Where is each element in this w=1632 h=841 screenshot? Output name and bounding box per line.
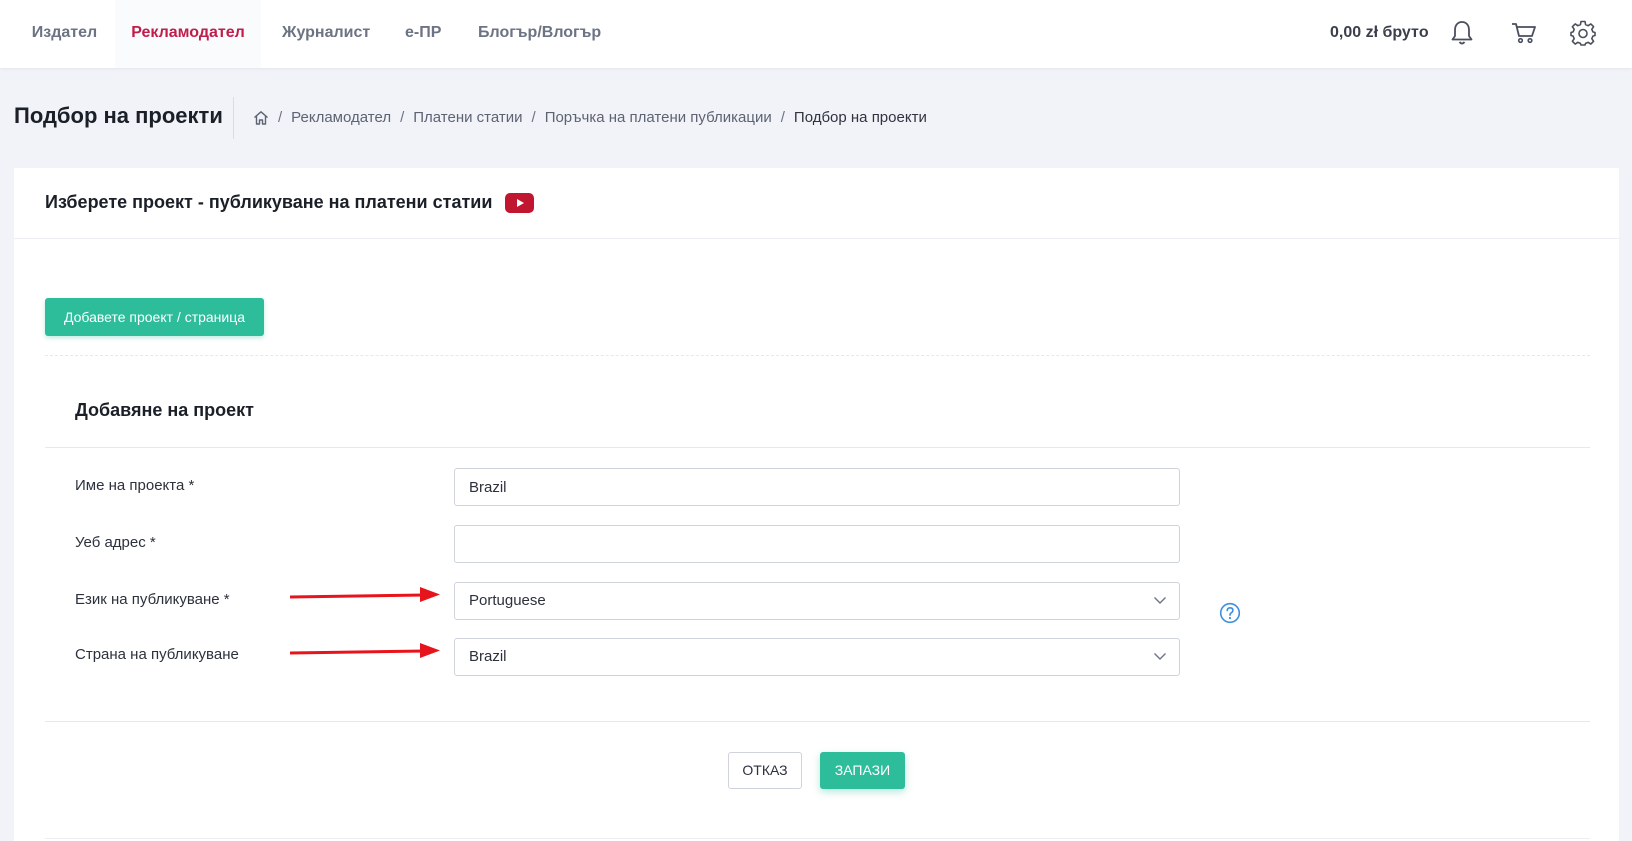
bell-icon[interactable] (1446, 17, 1478, 49)
project-name-label: Име на проекта * (75, 477, 195, 494)
tab-journalist[interactable]: Журналист (282, 0, 370, 68)
title-divider (233, 97, 234, 139)
breadcrumb-separator: / (400, 109, 405, 126)
breadcrumb-separator: / (278, 109, 283, 126)
cart-icon[interactable] (1508, 17, 1540, 49)
web-address-label: Уеб адрес * (75, 534, 156, 551)
country-value: Brazil (469, 648, 507, 665)
youtube-icon[interactable] (505, 192, 535, 213)
red-arrow-annotation (289, 587, 440, 602)
country-select[interactable]: Brazil (454, 638, 1180, 676)
breadcrumb-separator: / (780, 109, 785, 126)
breadcrumb-current: Подбор на проекти (793, 109, 927, 126)
country-label: Страна на публикуване (75, 646, 239, 663)
breadcrumb-advertiser[interactable]: Рекламодател (291, 109, 391, 126)
cancel-button[interactable]: ОТКАЗ (728, 752, 802, 789)
help-icon[interactable] (1219, 602, 1241, 624)
page-title: Подбор на проекти (14, 103, 223, 128)
language-value: Portuguese (469, 592, 546, 609)
breadcrumb-order[interactable]: Поръчка на платени публикации (545, 109, 772, 126)
breadcrumb-separator: / (531, 109, 536, 126)
tab-advertiser[interactable]: Рекламодател (115, 0, 261, 68)
breadcrumb: / Рекламодател / Платени статии / Поръчк… (253, 109, 927, 126)
divider (45, 447, 1590, 448)
divider (45, 355, 1590, 356)
divider (45, 838, 1590, 839)
chevron-down-icon (1154, 597, 1166, 604)
tab-blogger[interactable]: Блогър/Влогър (478, 0, 601, 68)
language-select[interactable]: Portuguese (454, 582, 1180, 620)
home-icon[interactable] (253, 110, 269, 126)
divider (45, 721, 1590, 722)
section-title: Добавяне на проект (75, 400, 254, 420)
add-project-button[interactable]: Добавете проект / страница (45, 298, 264, 336)
tab-publisher[interactable]: Издател (0, 0, 115, 68)
language-label: Език на публикуване * (75, 591, 230, 608)
red-arrow-annotation (289, 643, 440, 658)
web-address-input[interactable] (454, 525, 1180, 563)
card-title-text: Изберете проект - публикуване на платени… (45, 192, 493, 212)
card-title: Изберете проект - публикуване на платени… (45, 192, 535, 213)
balance-amount[interactable]: 0,00 zł брутo (1330, 0, 1429, 68)
project-card: Изберете проект - публикуване на платени… (14, 168, 1619, 841)
card-header: Изберете проект - публикуване на платени… (14, 168, 1619, 239)
save-button[interactable]: ЗАПАЗИ (820, 752, 905, 789)
gear-icon[interactable] (1567, 17, 1599, 49)
top-navbar: Издател Рекламодател Журналист e-ПР Блог… (0, 0, 1632, 68)
chevron-down-icon (1154, 653, 1166, 660)
project-name-input[interactable] (454, 468, 1180, 506)
breadcrumb-paid-articles[interactable]: Платени статии (413, 109, 522, 126)
tab-epr[interactable]: e-ПР (405, 0, 441, 68)
